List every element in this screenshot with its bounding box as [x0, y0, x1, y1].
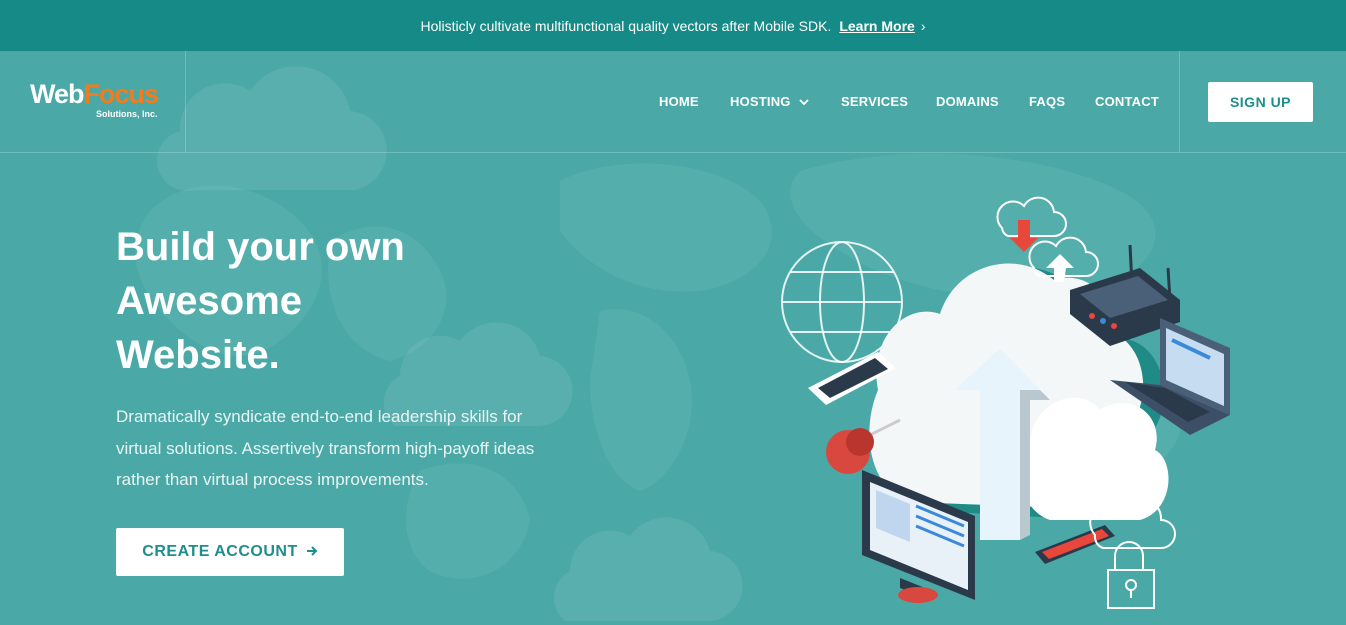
header-divider: [1179, 51, 1180, 152]
header-divider: [185, 51, 186, 152]
arrow-right-icon: [306, 544, 318, 561]
logo-word-focus: Focus: [83, 79, 160, 109]
learn-more-link[interactable]: Learn More: [839, 18, 914, 34]
nav-item-hosting[interactable]: HOSTING: [730, 94, 809, 109]
chevron-down-icon: [798, 97, 809, 109]
chevron-right-icon: ›: [920, 17, 926, 34]
hero-headline: Build your own Awesome Website.: [116, 220, 536, 382]
nav-item-home[interactable]: HOME: [659, 94, 699, 109]
announcement-message: Holisticly cultivate multifunctional qua…: [420, 17, 832, 34]
headline-line: Awesome: [116, 279, 303, 323]
sign-up-button[interactable]: SIGN UP: [1208, 82, 1313, 122]
site-logo[interactable]: WebFocus Solutions, Inc.: [30, 79, 170, 129]
download-cloud-icon: [996, 196, 1067, 237]
logo-word-web: Web: [30, 79, 85, 109]
create-account-button[interactable]: CREATE ACCOUNT: [116, 528, 344, 576]
headline-line: Build your own: [116, 225, 405, 269]
nav-item-label: HOSTING: [730, 94, 791, 109]
hero-description: Dramatically syndicate end-to-end leader…: [116, 407, 535, 489]
announcement-bar: Holisticly cultivate multifunctional qua…: [0, 0, 1346, 51]
mobile-phone-icon: [1035, 525, 1115, 564]
headline-line: Website.: [116, 333, 280, 377]
site-header: WebFocus Solutions, Inc. HOME HOSTING SE…: [0, 51, 1346, 153]
nav-item-contact[interactable]: CONTACT: [1095, 94, 1159, 109]
nav-item-services[interactable]: SERVICES: [841, 94, 908, 109]
logo-subtitle: Solutions, Inc.: [96, 109, 158, 119]
nav-item-faqs[interactable]: FAQS: [1029, 94, 1065, 109]
nav-item-domains[interactable]: DOMAINS: [936, 94, 999, 109]
cloud-hosting-illustration: [781, 196, 1230, 609]
cta-label: CREATE ACCOUNT: [142, 543, 298, 560]
